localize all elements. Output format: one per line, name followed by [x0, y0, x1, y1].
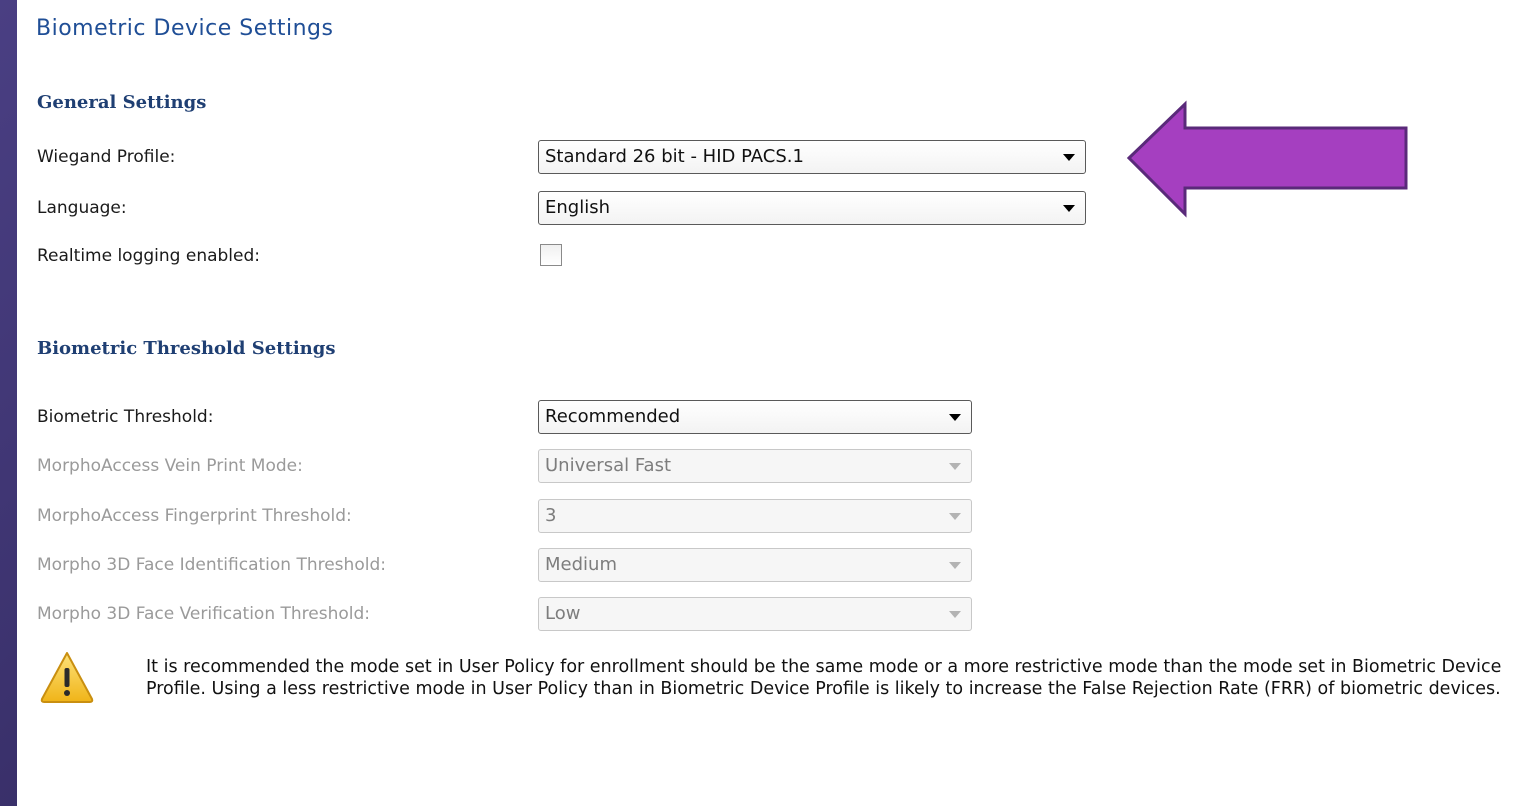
chevron-down-icon	[949, 611, 961, 618]
face-verification-label: Morpho 3D Face Verification Threshold:	[37, 604, 371, 624]
face-identification-label: Morpho 3D Face Identification Threshold:	[37, 555, 386, 575]
biometric-threshold-select[interactable]: Recommended	[538, 400, 972, 434]
threshold-settings-heading: Biometric Threshold Settings	[37, 338, 336, 359]
wiegand-profile-label: Wiegand Profile:	[37, 147, 176, 167]
biometric-threshold-label: Biometric Threshold:	[37, 407, 214, 427]
fingerprint-threshold-select: 3	[538, 499, 972, 533]
wiegand-profile-select[interactable]: Standard 26 bit - HID PACS.1	[538, 140, 1086, 174]
page-title: Biometric Device Settings	[36, 16, 334, 41]
annotation-arrow-icon	[1126, 100, 1408, 218]
realtime-logging-checkbox[interactable]	[540, 244, 562, 266]
wiegand-profile-value: Standard 26 bit - HID PACS.1	[545, 146, 804, 167]
realtime-logging-label: Realtime logging enabled:	[37, 246, 261, 266]
language-select[interactable]: English	[538, 191, 1086, 225]
biometric-threshold-value: Recommended	[545, 406, 681, 427]
warning-icon	[40, 652, 94, 703]
language-label: Language:	[37, 198, 127, 218]
vein-print-mode-label: MorphoAccess Vein Print Mode:	[37, 456, 303, 476]
warning-message: It is recommended the mode set in User P…	[146, 657, 1502, 699]
chevron-down-icon	[949, 414, 961, 421]
language-value: English	[545, 197, 610, 218]
face-verification-select: Low	[538, 597, 972, 631]
fingerprint-threshold-value: 3	[545, 505, 557, 526]
chevron-down-icon	[949, 463, 961, 470]
face-identification-value: Medium	[545, 554, 617, 575]
chevron-down-icon	[1063, 154, 1075, 161]
chevron-down-icon	[949, 562, 961, 569]
chevron-down-icon	[949, 513, 961, 520]
face-identification-select: Medium	[538, 548, 972, 582]
vein-print-mode-value: Universal Fast	[545, 455, 672, 476]
fingerprint-threshold-label: MorphoAccess Fingerprint Threshold:	[37, 506, 352, 526]
vein-print-mode-select: Universal Fast	[538, 449, 972, 483]
chevron-down-icon	[1063, 205, 1075, 212]
face-verification-value: Low	[545, 603, 581, 624]
general-settings-heading: General Settings	[37, 92, 207, 113]
